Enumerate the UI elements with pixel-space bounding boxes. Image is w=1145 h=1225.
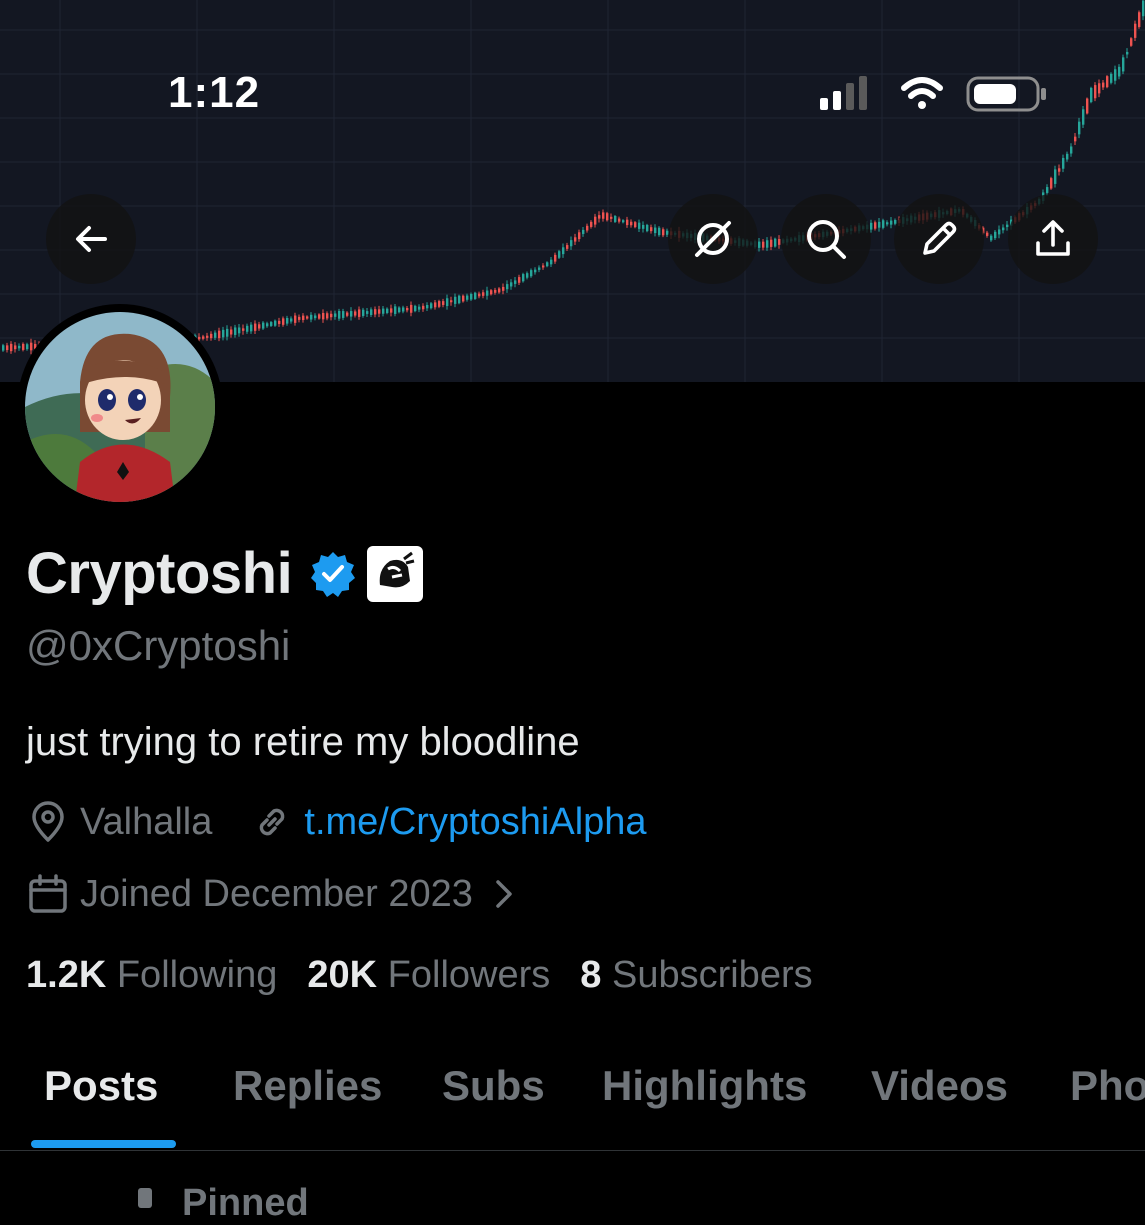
edit-button[interactable] — [894, 194, 984, 284]
profile-stats: 1.2K Following 20K Followers 8 Subscribe… — [26, 954, 843, 997]
calendar-icon — [29, 874, 67, 913]
subscribers-stat[interactable]: 8 Subscribers — [580, 954, 812, 997]
tab-subs[interactable]: Subs — [442, 1062, 545, 1110]
subscribers-label: Subscribers — [611, 954, 813, 996]
following-stat[interactable]: 1.2K Following — [26, 954, 277, 997]
pencil-icon — [923, 221, 957, 255]
search-button[interactable] — [781, 194, 871, 284]
share-icon — [1036, 220, 1070, 256]
pin-icon — [138, 1188, 152, 1208]
joined-row[interactable]: Joined December 2023 — [26, 872, 519, 916]
tab-posts[interactable]: Posts — [44, 1062, 158, 1110]
profile-handle: @0xCryptoshi — [26, 622, 291, 669]
pinned-label: Pinned — [182, 1182, 309, 1224]
grok-button[interactable] — [668, 194, 758, 284]
tab-videos[interactable]: Videos — [871, 1062, 1008, 1110]
location-link-row: Valhalla t.me/CryptoshiAlpha — [26, 800, 647, 844]
grok-icon — [695, 221, 731, 257]
back-button[interactable] — [46, 194, 136, 284]
verified-icon[interactable] — [308, 549, 358, 599]
wifi-icon — [901, 77, 943, 109]
profile-avatar[interactable] — [17, 304, 223, 510]
followers-label: Followers — [387, 954, 551, 996]
following-label: Following — [116, 954, 278, 996]
share-button[interactable] — [1008, 194, 1098, 284]
profile-location: Valhalla — [80, 800, 213, 843]
search-icon — [807, 220, 846, 259]
chevron-right-icon — [496, 880, 512, 908]
battery-icon — [966, 76, 1046, 112]
profile-bio: just trying to retire my bloodline — [26, 720, 580, 764]
followers-count: 20K — [307, 954, 378, 996]
name-row: Cryptoshi — [26, 540, 424, 607]
status-icons — [818, 74, 1048, 114]
tab-replies[interactable]: Replies — [233, 1062, 382, 1110]
location-icon — [32, 801, 64, 842]
tab-photos[interactable]: Pho — [1070, 1062, 1145, 1110]
back-arrow-icon — [76, 226, 107, 252]
profile-joined: Joined December 2023 — [80, 872, 473, 915]
avatar-image — [25, 312, 215, 502]
subscribers-count: 8 — [580, 954, 602, 996]
followers-stat[interactable]: 20K Followers — [307, 954, 550, 997]
profile-tabs: Posts Replies Subs Highlights Videos Pho — [0, 1040, 1145, 1151]
profile-link[interactable]: t.me/CryptoshiAlpha — [304, 801, 646, 844]
tab-highlights[interactable]: Highlights — [602, 1062, 807, 1110]
link-icon — [260, 808, 285, 836]
cellular-signal-icon — [820, 76, 867, 110]
status-time: 1:12 — [168, 68, 261, 117]
active-tab-indicator — [31, 1140, 176, 1148]
affiliate-badge-icon[interactable] — [366, 545, 424, 603]
profile-name: Cryptoshi — [26, 541, 293, 606]
following-count: 1.2K — [26, 954, 107, 996]
